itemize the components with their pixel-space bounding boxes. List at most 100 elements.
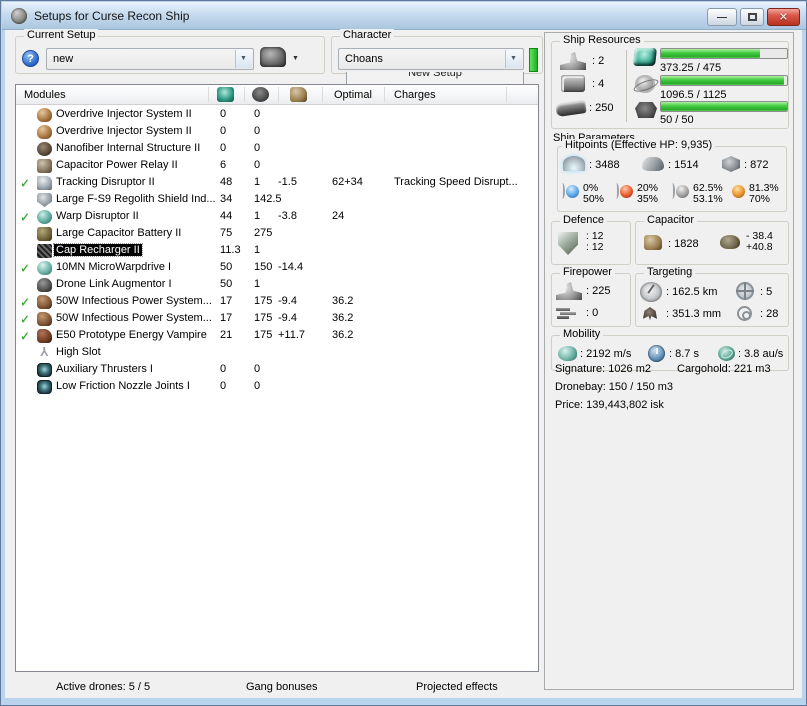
table-row[interactable]: Large F-S9 Regolith Shield Ind... 34 142.5 bbox=[16, 192, 538, 209]
chevron-down-icon[interactable] bbox=[505, 50, 522, 68]
optimal-column-header[interactable]: Optimal bbox=[334, 89, 372, 101]
cap-drain-icon bbox=[720, 235, 740, 249]
resist-arc-icon bbox=[560, 183, 565, 199]
max-velocity-value: : 2192 m/s bbox=[580, 348, 632, 360]
module-name[interactable]: Overdrive Injector System II bbox=[56, 125, 192, 137]
charges-column-header[interactable]: Charges bbox=[394, 89, 436, 101]
table-row[interactable]: High Slot bbox=[16, 345, 538, 362]
help-button[interactable]: ? bbox=[22, 50, 39, 67]
cpu-cell: 34 bbox=[220, 193, 233, 205]
firepower-group: Firepower : 225 : 0 bbox=[551, 266, 631, 327]
cpu-icon[interactable] bbox=[217, 87, 234, 102]
powergrid-cell: 0 bbox=[254, 380, 261, 392]
table-row[interactable]: Drone Link Augmentor I 50 1 bbox=[16, 277, 538, 294]
module-name[interactable]: Capacitor Power Relay II bbox=[56, 159, 178, 171]
tab-new-setup[interactable]: New Setup bbox=[346, 72, 524, 84]
table-row[interactable]: ✓ 50W Infectious Power System... 17 175 -9.4… bbox=[16, 294, 538, 311]
current-setup-group: Current Setup ? new ▼ bbox=[15, 29, 325, 74]
powergrid-cell: 0 bbox=[254, 159, 261, 171]
ship-stats-panel: Ship Resources : 2 : 4 : 250 373.25 / 47… bbox=[544, 32, 794, 690]
targeting-range-icon bbox=[640, 282, 662, 302]
table-row[interactable]: Cap Recharger II 11.3 1 bbox=[16, 243, 538, 260]
turret-dps-value: : 225 bbox=[586, 285, 611, 297]
powergrid-cell: 175 bbox=[254, 329, 273, 341]
table-row[interactable]: Nanofiber Internal Structure II 0 0 bbox=[16, 141, 538, 158]
modules-list-header[interactable]: Modules Optimal Charges bbox=[16, 85, 538, 105]
chevron-down-icon[interactable] bbox=[235, 50, 252, 68]
close-button[interactable]: ✕ bbox=[767, 8, 800, 26]
ship-resources-label: Ship Resources bbox=[560, 34, 644, 46]
table-row[interactable]: ✓ E50 Prototype Energy Vampire 21 175 +11.7 3… bbox=[16, 328, 538, 345]
setup-combobox[interactable]: new bbox=[46, 48, 254, 70]
table-row[interactable]: ✓ Tracking Disruptor II 48 1 -1.5 62+34 Tracki… bbox=[16, 175, 538, 192]
cpu-cell: 0 bbox=[220, 125, 227, 137]
module-name[interactable]: 10MN MicroWarpdrive I bbox=[56, 261, 171, 273]
turret-dps-icon bbox=[556, 282, 582, 300]
table-row[interactable]: Large Capacitor Battery II 75 275 bbox=[16, 226, 538, 243]
module-name[interactable]: 50W Infectious Power System... bbox=[56, 295, 212, 307]
chevron-down-icon[interactable]: ▼ bbox=[292, 55, 299, 62]
module-name[interactable]: Large Capacitor Battery II bbox=[56, 227, 181, 239]
module-name[interactable]: Large F-S9 Regolith Shield Ind... bbox=[56, 193, 216, 205]
cap-cell: -14.4 bbox=[278, 261, 304, 273]
launcher-hardpoints-icon bbox=[561, 75, 585, 92]
capacitor-icon[interactable] bbox=[290, 87, 307, 102]
optimal-cell: 36.2 bbox=[332, 329, 354, 341]
cpu-bar bbox=[660, 48, 788, 59]
cap-cell: -3.8 bbox=[278, 210, 297, 222]
module-name[interactable]: Auxiliary Thrusters I bbox=[56, 363, 153, 375]
fitted-check-icon: ✓ bbox=[20, 312, 31, 326]
targeting-range-value: : 162.5 km bbox=[666, 286, 718, 298]
character-combobox[interactable]: Choans bbox=[338, 48, 524, 70]
maximize-button[interactable] bbox=[740, 8, 764, 26]
module-name[interactable]: Nanofiber Internal Structure II bbox=[56, 142, 200, 154]
powergrid-icon[interactable] bbox=[252, 87, 269, 102]
em-resist-values: 0% 50% bbox=[583, 182, 605, 205]
module-name[interactable]: Drone Link Augmentor I bbox=[56, 278, 172, 290]
table-row[interactable]: Capacitor Power Relay II 6 0 bbox=[16, 158, 538, 175]
active-drones-label[interactable]: Active drones: 5 / 5 bbox=[56, 681, 150, 693]
table-row[interactable]: Auxiliary Thrusters I 0 0 bbox=[16, 362, 538, 379]
module-name[interactable]: High Slot bbox=[56, 346, 101, 358]
module-name[interactable]: 50W Infectious Power System... bbox=[56, 312, 212, 324]
minimize-button[interactable]: — bbox=[707, 8, 737, 26]
ship-button[interactable] bbox=[260, 47, 286, 67]
cpu-cell: 50 bbox=[220, 278, 233, 290]
powergrid-cell: 1 bbox=[254, 278, 261, 290]
cap-relay-module-icon bbox=[37, 159, 52, 173]
module-name[interactable]: Low Friction Nozzle Joints I bbox=[56, 380, 190, 392]
cap-cell: -1.5 bbox=[278, 176, 297, 188]
modules-column-header[interactable]: Modules bbox=[24, 89, 66, 101]
launcher-hardpoints-value: : 4 bbox=[592, 78, 605, 90]
cpu-cell: 0 bbox=[220, 108, 227, 120]
gang-bonuses-label[interactable]: Gang bonuses bbox=[246, 681, 318, 693]
shield-hp-value: : 3488 bbox=[589, 159, 620, 171]
optimal-cell: 36.2 bbox=[332, 295, 354, 307]
table-row[interactable]: Overdrive Injector System II 0 0 bbox=[16, 107, 538, 124]
explosive-resist-icon bbox=[732, 185, 745, 198]
module-name[interactable]: Overdrive Injector System II bbox=[56, 108, 192, 120]
character-label: Character bbox=[340, 29, 395, 41]
resist-arc-icon bbox=[670, 183, 675, 199]
module-name[interactable]: Tracking Disruptor II bbox=[56, 176, 155, 188]
module-name[interactable]: E50 Prototype Energy Vampire bbox=[56, 329, 207, 341]
max-velocity-icon bbox=[558, 346, 577, 361]
modules-list: Modules Optimal Charges Overdrive Inject… bbox=[15, 84, 539, 672]
module-name[interactable]: Warp Disruptor II bbox=[56, 210, 139, 222]
calibration-icon bbox=[555, 99, 587, 118]
ship-resources-group: Ship Resources : 2 : 4 : 250 373.25 / 47… bbox=[551, 34, 789, 129]
projected-effects-label[interactable]: Projected effects bbox=[416, 681, 498, 693]
table-row[interactable]: Low Friction Nozzle Joints I 0 0 bbox=[16, 379, 538, 396]
firepower-label: Firepower bbox=[560, 266, 615, 278]
defence-label: Defence bbox=[560, 214, 607, 226]
cpu-cell: 17 bbox=[220, 312, 233, 324]
title-bar[interactable]: Setups for Curse Recon Ship — ✕ bbox=[2, 2, 806, 30]
character-combobox-value: Choans bbox=[345, 53, 383, 65]
table-row[interactable]: ✓ Warp Disruptor II 44 1 -3.8 24 bbox=[16, 209, 538, 226]
table-row[interactable]: ✓ 50W Infectious Power System... 17 175 -9.4… bbox=[16, 311, 538, 328]
cpu-cell: 44 bbox=[220, 210, 233, 222]
powergrid-icon bbox=[635, 75, 655, 93]
table-row[interactable]: ✓ 10MN MicroWarpdrive I 50 150 -14.4 bbox=[16, 260, 538, 277]
table-row[interactable]: Overdrive Injector System II 0 0 bbox=[16, 124, 538, 141]
module-name[interactable]: Cap Recharger II bbox=[53, 243, 143, 257]
